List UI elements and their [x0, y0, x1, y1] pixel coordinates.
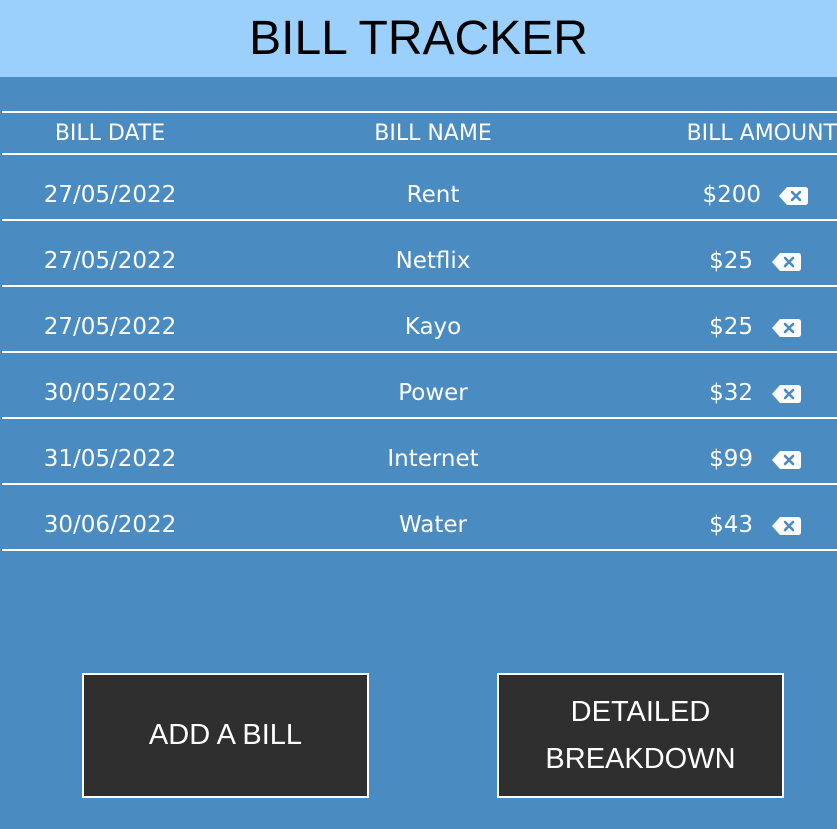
bill-date: 27/05/2022 [43, 248, 177, 274]
table-row: 27/05/2022 Netflix $25 [2, 221, 837, 287]
bills-table: BILL DATE BILL NAME BILL AMOUNT 27/05/20… [2, 111, 837, 551]
bill-name: Netflix [395, 248, 471, 274]
column-header-name: BILL NAME [374, 121, 492, 146]
add-bill-button[interactable]: ADD A BILL [82, 673, 369, 798]
bill-name: Power [398, 380, 468, 406]
bill-date: 30/06/2022 [43, 512, 177, 538]
page-title: BILL TRACKER [249, 12, 588, 65]
bill-date: 27/05/2022 [43, 314, 177, 340]
bill-date: 30/05/2022 [43, 380, 177, 406]
bill-date: 31/05/2022 [43, 446, 177, 472]
bill-name: Water [399, 512, 467, 538]
detailed-breakdown-button[interactable]: DETAILED BREAKDOWN [497, 673, 784, 798]
bill-name: Kayo [404, 314, 462, 340]
add-bill-label: ADD A BILL [148, 719, 303, 751]
bill-name: Rent [406, 182, 460, 208]
bill-amount: $99 [709, 446, 753, 472]
delete-bill-icon[interactable] [772, 517, 801, 535]
table-row: 30/05/2022 Power $32 [2, 353, 837, 419]
bill-amount: $200 [702, 182, 761, 208]
delete-bill-icon[interactable] [772, 451, 801, 469]
bill-amount: $43 [709, 512, 753, 538]
delete-bill-icon[interactable] [772, 319, 801, 337]
bill-amount: $25 [709, 248, 753, 274]
delete-bill-icon[interactable] [772, 253, 801, 271]
bill-amount: $32 [709, 380, 753, 406]
table-header: BILL DATE BILL NAME BILL AMOUNT [2, 111, 837, 155]
delete-bill-icon[interactable] [779, 187, 808, 205]
table-row: 31/05/2022 Internet $99 [2, 419, 837, 485]
bill-name: Internet [387, 446, 479, 472]
table-row: 27/05/2022 Rent $200 [2, 155, 837, 221]
bill-amount: $25 [709, 314, 753, 340]
app-header: BILL TRACKER [0, 0, 837, 77]
delete-bill-icon[interactable] [772, 385, 801, 403]
column-header-amount: BILL AMOUNT [686, 121, 837, 146]
table-row: 30/06/2022 Water $43 [2, 485, 837, 551]
bill-date: 27/05/2022 [43, 182, 177, 208]
column-header-date: BILL DATE [54, 121, 166, 146]
table-row: 27/05/2022 Kayo $25 [2, 287, 837, 353]
detailed-breakdown-label: DETAILED BREAKDOWN [545, 695, 736, 775]
